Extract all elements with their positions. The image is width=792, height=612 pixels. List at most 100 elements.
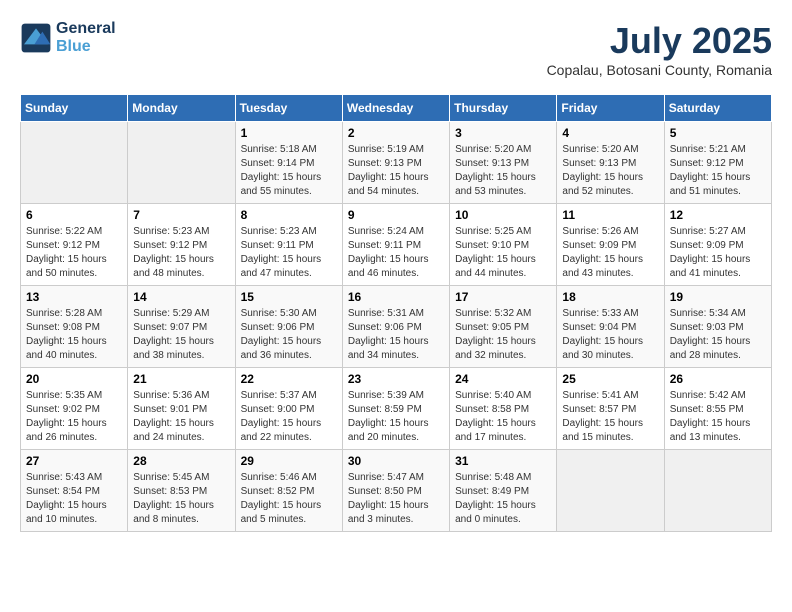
- calendar-cell: 8 Sunrise: 5:23 AM Sunset: 9:11 PM Daylig…: [235, 204, 342, 286]
- day-number: 8: [241, 208, 337, 222]
- day-number: 21: [133, 372, 229, 386]
- calendar-cell: 22Sunrise: 5:37 AM Sunset: 9:00 PM Dayli…: [235, 368, 342, 450]
- day-number: 18: [562, 290, 658, 304]
- calendar-cell: 23Sunrise: 5:39 AM Sunset: 8:59 PM Dayli…: [342, 368, 449, 450]
- day-info: Sunrise: 5:41 AM Sunset: 8:57 PM Dayligh…: [562, 389, 658, 445]
- day-info: Sunrise: 5:24 AM Sunset: 9:11 PM Dayligh…: [348, 225, 444, 281]
- calendar-week-row: 6Sunrise: 5:22 AM Sunset: 9:12 PM Daylig…: [21, 204, 772, 286]
- calendar-week-row: 13 Sunrise: 5:28 AM Sunset: 9:08 PM Dayli…: [21, 286, 772, 368]
- day-number: 29: [241, 454, 337, 468]
- calendar-cell: 27 Sunrise: 5:43 AM Sunset: 8:54 PM Dayli…: [21, 450, 128, 532]
- weekday-header: Friday: [557, 95, 664, 122]
- calendar-cell: 9 Sunrise: 5:24 AM Sunset: 9:11 PM Daylig…: [342, 204, 449, 286]
- day-info: Sunrise: 5:21 AM Sunset: 9:12 PM Dayligh…: [670, 143, 766, 199]
- day-info: Sunrise: 5:47 AM Sunset: 8:50 PM Dayligh…: [348, 471, 444, 527]
- page-header: General Blue July 2025 Copalau, Botosani…: [20, 20, 772, 78]
- calendar-cell: 16 Sunrise: 5:31 AM Sunset: 9:06 PM Dayli…: [342, 286, 449, 368]
- day-number: 16: [348, 290, 444, 304]
- day-info: Sunrise: 5:25 AM Sunset: 9:10 PM Dayligh…: [455, 225, 551, 281]
- day-number: 14: [133, 290, 229, 304]
- calendar-cell: 14 Sunrise: 5:29 AM Sunset: 9:07 PM Dayli…: [128, 286, 235, 368]
- day-number: 30: [348, 454, 444, 468]
- day-info: Sunrise: 5:29 AM Sunset: 9:07 PM Dayligh…: [133, 307, 229, 363]
- day-number: 7: [133, 208, 229, 222]
- day-number: 11: [562, 208, 658, 222]
- calendar-cell: 19Sunrise: 5:34 AM Sunset: 9:03 PM Dayli…: [664, 286, 771, 368]
- day-info: Sunrise: 5:35 AM Sunset: 9:02 PM Dayligh…: [26, 389, 122, 445]
- calendar-cell: 24 Sunrise: 5:40 AM Sunset: 8:58 PM Dayli…: [450, 368, 557, 450]
- day-info: Sunrise: 5:45 AM Sunset: 8:53 PM Dayligh…: [133, 471, 229, 527]
- calendar-cell: 7 Sunrise: 5:23 AM Sunset: 9:12 PM Daylig…: [128, 204, 235, 286]
- day-number: 9: [348, 208, 444, 222]
- weekday-header: Thursday: [450, 95, 557, 122]
- calendar-cell: 18 Sunrise: 5:33 AM Sunset: 9:04 PM Dayli…: [557, 286, 664, 368]
- day-info: Sunrise: 5:20 AM Sunset: 9:13 PM Dayligh…: [562, 143, 658, 199]
- day-number: 31: [455, 454, 551, 468]
- calendar-cell: 2Sunrise: 5:19 AM Sunset: 9:13 PM Daylig…: [342, 122, 449, 204]
- day-info: Sunrise: 5:27 AM Sunset: 9:09 PM Dayligh…: [670, 225, 766, 281]
- day-number: 5: [670, 126, 766, 140]
- calendar-cell: 10 Sunrise: 5:25 AM Sunset: 9:10 PM Dayli…: [450, 204, 557, 286]
- day-info: Sunrise: 5:33 AM Sunset: 9:04 PM Dayligh…: [562, 307, 658, 363]
- day-number: 12: [670, 208, 766, 222]
- weekday-header: Wednesday: [342, 95, 449, 122]
- day-number: 24: [455, 372, 551, 386]
- calendar-cell: 13 Sunrise: 5:28 AM Sunset: 9:08 PM Dayli…: [21, 286, 128, 368]
- day-number: 22: [241, 372, 337, 386]
- month-title: July 2025: [547, 20, 772, 62]
- title-area: July 2025 Copalau, Botosani County, Roma…: [547, 20, 772, 78]
- calendar-week-row: 1 Sunrise: 5:18 AM Sunset: 9:14 PM Daylig…: [21, 122, 772, 204]
- day-info: Sunrise: 5:23 AM Sunset: 9:12 PM Dayligh…: [133, 225, 229, 281]
- calendar-cell: 28 Sunrise: 5:45 AM Sunset: 8:53 PM Dayli…: [128, 450, 235, 532]
- day-number: 25: [562, 372, 658, 386]
- day-number: 27: [26, 454, 122, 468]
- location-subtitle: Copalau, Botosani County, Romania: [547, 62, 772, 78]
- weekday-header: Tuesday: [235, 95, 342, 122]
- calendar-table: SundayMondayTuesdayWednesdayThursdayFrid…: [20, 94, 772, 532]
- weekday-header: Sunday: [21, 95, 128, 122]
- day-number: 26: [670, 372, 766, 386]
- day-info: Sunrise: 5:19 AM Sunset: 9:13 PM Dayligh…: [348, 143, 444, 199]
- calendar-cell: 6Sunrise: 5:22 AM Sunset: 9:12 PM Daylig…: [21, 204, 128, 286]
- calendar-cell: 17Sunrise: 5:32 AM Sunset: 9:05 PM Dayli…: [450, 286, 557, 368]
- day-info: Sunrise: 5:18 AM Sunset: 9:14 PM Dayligh…: [241, 143, 337, 199]
- calendar-cell: 29 Sunrise: 5:46 AM Sunset: 8:52 PM Dayli…: [235, 450, 342, 532]
- day-info: Sunrise: 5:23 AM Sunset: 9:11 PM Dayligh…: [241, 225, 337, 281]
- weekday-header: Monday: [128, 95, 235, 122]
- calendar-cell: [664, 450, 771, 532]
- day-info: Sunrise: 5:22 AM Sunset: 9:12 PM Dayligh…: [26, 225, 122, 281]
- day-number: 19: [670, 290, 766, 304]
- weekday-header-row: SundayMondayTuesdayWednesdayThursdayFrid…: [21, 95, 772, 122]
- day-number: 15: [241, 290, 337, 304]
- calendar-cell: [21, 122, 128, 204]
- calendar-cell: 1 Sunrise: 5:18 AM Sunset: 9:14 PM Daylig…: [235, 122, 342, 204]
- day-info: Sunrise: 5:28 AM Sunset: 9:08 PM Dayligh…: [26, 307, 122, 363]
- day-info: Sunrise: 5:31 AM Sunset: 9:06 PM Dayligh…: [348, 307, 444, 363]
- day-info: Sunrise: 5:43 AM Sunset: 8:54 PM Dayligh…: [26, 471, 122, 527]
- day-number: 10: [455, 208, 551, 222]
- day-number: 13: [26, 290, 122, 304]
- day-info: Sunrise: 5:39 AM Sunset: 8:59 PM Dayligh…: [348, 389, 444, 445]
- day-info: Sunrise: 5:32 AM Sunset: 9:05 PM Dayligh…: [455, 307, 551, 363]
- calendar-cell: [557, 450, 664, 532]
- day-info: Sunrise: 5:46 AM Sunset: 8:52 PM Dayligh…: [241, 471, 337, 527]
- calendar-cell: 11Sunrise: 5:26 AM Sunset: 9:09 PM Dayli…: [557, 204, 664, 286]
- calendar-cell: 15 Sunrise: 5:30 AM Sunset: 9:06 PM Dayli…: [235, 286, 342, 368]
- calendar-cell: 26 Sunrise: 5:42 AM Sunset: 8:55 PM Dayli…: [664, 368, 771, 450]
- calendar-cell: 30 Sunrise: 5:47 AM Sunset: 8:50 PM Dayli…: [342, 450, 449, 532]
- day-number: 20: [26, 372, 122, 386]
- calendar-cell: 12 Sunrise: 5:27 AM Sunset: 9:09 PM Dayli…: [664, 204, 771, 286]
- calendar-week-row: 20 Sunrise: 5:35 AM Sunset: 9:02 PM Dayli…: [21, 368, 772, 450]
- day-info: Sunrise: 5:48 AM Sunset: 8:49 PM Dayligh…: [455, 471, 551, 527]
- day-info: Sunrise: 5:30 AM Sunset: 9:06 PM Dayligh…: [241, 307, 337, 363]
- calendar-cell: 31 Sunrise: 5:48 AM Sunset: 8:49 PM Dayli…: [450, 450, 557, 532]
- day-info: Sunrise: 5:40 AM Sunset: 8:58 PM Dayligh…: [455, 389, 551, 445]
- day-info: Sunrise: 5:20 AM Sunset: 9:13 PM Dayligh…: [455, 143, 551, 199]
- calendar-cell: 3Sunrise: 5:20 AM Sunset: 9:13 PM Daylig…: [450, 122, 557, 204]
- calendar-week-row: 27 Sunrise: 5:43 AM Sunset: 8:54 PM Dayli…: [21, 450, 772, 532]
- day-number: 28: [133, 454, 229, 468]
- calendar-cell: 25 Sunrise: 5:41 AM Sunset: 8:57 PM Dayli…: [557, 368, 664, 450]
- calendar-cell: 21Sunrise: 5:36 AM Sunset: 9:01 PM Dayli…: [128, 368, 235, 450]
- day-info: Sunrise: 5:42 AM Sunset: 8:55 PM Dayligh…: [670, 389, 766, 445]
- day-number: 1: [241, 126, 337, 140]
